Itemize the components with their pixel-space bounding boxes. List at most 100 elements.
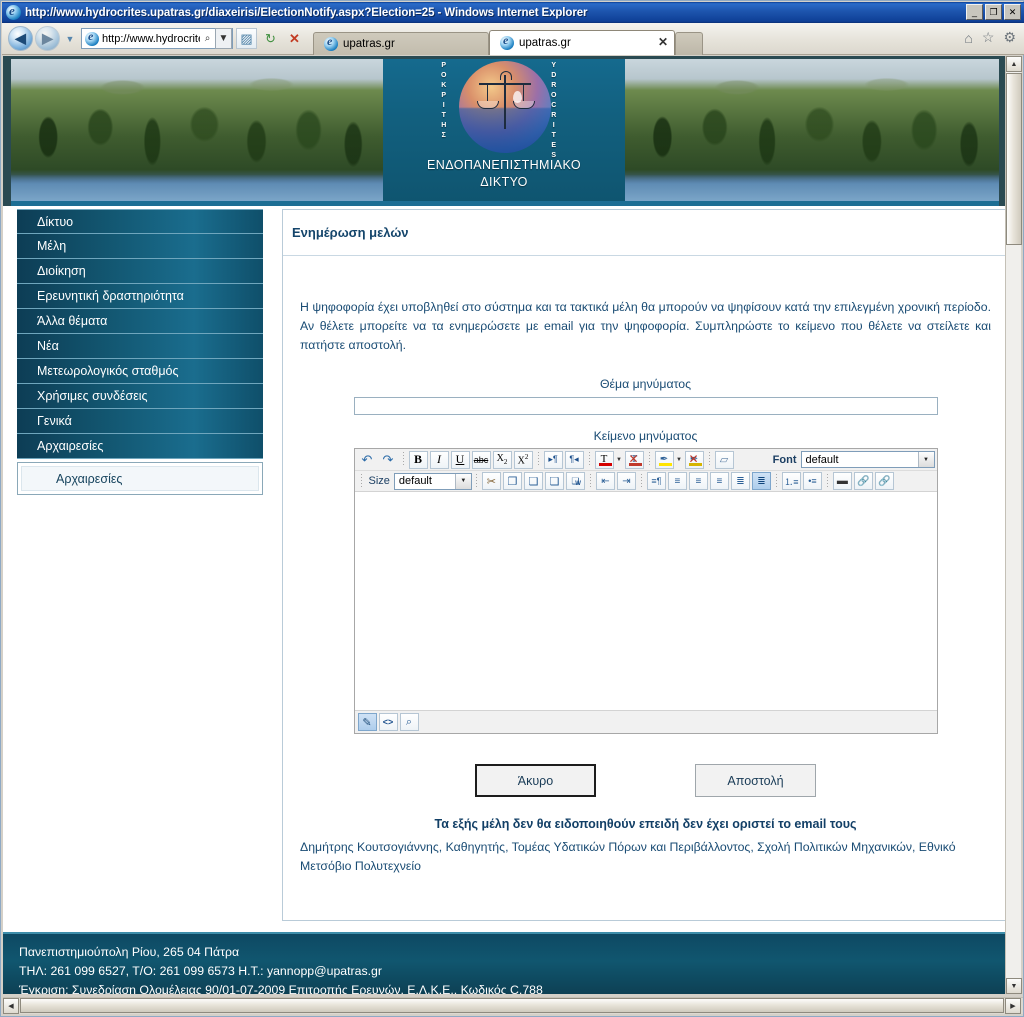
tab-close-icon[interactable]: ✕ bbox=[658, 35, 668, 49]
bold-icon[interactable]: B bbox=[408, 450, 428, 469]
remove-link-icon[interactable]: 🔗 bbox=[874, 472, 894, 490]
page-viewport: ΡΟΚΡΙΤΗΣ ΥDROCRITES ΕΝΔΟΠΑΝΕΠΙΣΤΗΜΙΑΚΟ Δ… bbox=[3, 56, 1007, 994]
submenu-item-arxairesies[interactable]: Αρχαιρεσίες bbox=[21, 466, 259, 491]
horizontal-rule-icon[interactable]: ▬ bbox=[832, 472, 852, 490]
indent-icon[interactable]: ⇥ bbox=[616, 472, 636, 490]
chevron-down-icon[interactable]: ▼ bbox=[454, 473, 471, 489]
outdent-icon[interactable]: ⇤ bbox=[595, 472, 615, 490]
site-logo-panel: ΡΟΚΡΙΤΗΣ ΥDROCRITES ΕΝΔΟΠΑΝΕΠΙΣΤΗΜΙΑΚΟ Δ… bbox=[383, 59, 625, 201]
font-select-value: default bbox=[805, 453, 839, 466]
tools-gear-icon[interactable]: ⚙ bbox=[1003, 29, 1016, 46]
sidebar-item-nea[interactable]: Νέα bbox=[17, 334, 263, 359]
sidebar-item-xrisimes-syndeseis[interactable]: Χρήσιμες συνδέσεις bbox=[17, 384, 263, 409]
logo-vertical-text-right: ΥDROCRITES bbox=[551, 62, 557, 159]
home-icon[interactable]: ⌂ bbox=[964, 30, 972, 46]
design-view-icon[interactable]: ✎ bbox=[357, 713, 377, 731]
font-color-icon[interactable]: T bbox=[594, 450, 614, 469]
scroll-left-button[interactable]: ◀ bbox=[3, 998, 19, 1014]
window-title: http://www.hydrocrites.upatras.gr/diaxei… bbox=[25, 6, 588, 19]
italic-icon[interactable]: I bbox=[429, 450, 449, 469]
internet-explorer-icon bbox=[6, 3, 21, 20]
recent-pages-dropdown-icon[interactable]: ▼ bbox=[63, 34, 77, 44]
address-dropdown-icon[interactable]: ▼ bbox=[215, 28, 232, 49]
scroll-right-button[interactable]: ▶ bbox=[1005, 998, 1021, 1014]
justify-active-icon[interactable]: ≣ bbox=[751, 472, 771, 490]
stop-icon[interactable]: ✕ bbox=[284, 28, 305, 49]
highlight-color-icon[interactable]: ✒ bbox=[654, 450, 674, 469]
align-left-icon[interactable]: ≡ bbox=[667, 472, 687, 490]
vertical-scrollbar[interactable]: ▲ ▼ bbox=[1005, 56, 1022, 994]
font-color-dropdown-icon[interactable]: ▼ bbox=[615, 451, 624, 469]
sidebar-item-dioikisi[interactable]: Διοίκηση bbox=[17, 259, 263, 284]
sidebar-item-meteorologikos-stathmos[interactable]: Μετεωρολογικός σταθμός bbox=[17, 359, 263, 384]
toolbar-separator bbox=[638, 473, 644, 489]
paste-from-word-icon[interactable]: ❏ W bbox=[565, 472, 585, 490]
preview-view-icon[interactable]: ⌕ bbox=[399, 713, 419, 731]
toolbar-right-icons: ⌂ ☆ ⚙ bbox=[964, 29, 1016, 46]
html-view-icon[interactable]: <> bbox=[378, 713, 398, 731]
underline-icon[interactable]: U bbox=[450, 450, 470, 469]
bulleted-list-icon[interactable]: •≡ bbox=[802, 472, 822, 490]
compatibility-view-icon[interactable]: ▨ bbox=[236, 28, 257, 49]
numbered-list-icon[interactable]: ⒈≡ bbox=[781, 472, 801, 490]
justify-full-icon[interactable]: ≣ bbox=[730, 472, 750, 490]
tab-upatras-1[interactable]: upatras.gr bbox=[313, 31, 489, 55]
minimize-button[interactable]: _ bbox=[966, 4, 983, 20]
sidebar-item-label: Δίκτυο bbox=[37, 215, 74, 229]
intro-paragraph: Η ψηφοφορία έχει υποβληθεί στο σύστημα κ… bbox=[300, 300, 991, 352]
align-center-icon[interactable]: ≡ bbox=[688, 472, 708, 490]
remove-font-color-icon[interactable]: T ✕ bbox=[624, 450, 644, 469]
send-button[interactable]: Αποστολή bbox=[695, 764, 816, 797]
browser-toolbar: ◀ ▶ ▼ http://www.hydrocrites. ⌕ ▼ ▨ ↻ ✕ … bbox=[2, 23, 1024, 55]
sidebar-item-label: Μέλη bbox=[37, 239, 67, 253]
maximize-button[interactable]: ❐ bbox=[985, 4, 1002, 20]
paste-text-icon[interactable]: ❏ bbox=[544, 472, 564, 490]
subject-label: Θέμα μηνύματος bbox=[599, 377, 692, 391]
form-actions: Άκυρο Αποστολή bbox=[283, 764, 1007, 797]
font-select[interactable]: default ▼ bbox=[800, 451, 935, 468]
rtl-direction-icon[interactable]: ¶◂ bbox=[564, 450, 584, 469]
close-button[interactable]: ✕ bbox=[1004, 4, 1021, 20]
tab-label: upatras.gr bbox=[519, 36, 571, 49]
forward-button[interactable]: ▶ bbox=[35, 26, 60, 51]
redo-icon[interactable]: ↷ bbox=[379, 451, 398, 469]
horizontal-scrollbar[interactable]: ◀ ▶ bbox=[3, 997, 1023, 1014]
address-input[interactable]: http://www.hydrocrites. bbox=[102, 33, 200, 45]
sidebar-item-ereunitiki-drastiriotita[interactable]: Ερευνητική δραστηριότητα bbox=[17, 284, 263, 309]
undo-icon[interactable]: ↶ bbox=[358, 451, 377, 469]
sidebar-item-meli[interactable]: Μέλη bbox=[17, 234, 263, 259]
copy-icon[interactable]: ❐ bbox=[502, 472, 522, 490]
superscript-icon[interactable]: X2 bbox=[513, 450, 533, 469]
tab-upatras-2[interactable]: upatras.gr ✕ bbox=[489, 29, 675, 55]
subject-input[interactable] bbox=[353, 397, 938, 415]
search-icon[interactable]: ⌕ bbox=[200, 29, 215, 48]
strikethrough-icon[interactable]: abc bbox=[471, 450, 491, 469]
scroll-up-button[interactable]: ▲ bbox=[1006, 56, 1022, 72]
refresh-icon[interactable]: ↻ bbox=[260, 28, 281, 49]
sidebar-item-diktyo[interactable]: Δίκτυο bbox=[17, 209, 263, 234]
new-tab-button[interactable] bbox=[675, 31, 703, 55]
size-select[interactable]: default ▼ bbox=[393, 472, 472, 490]
message-body-editor[interactable] bbox=[354, 491, 937, 711]
cut-icon[interactable]: ✂ bbox=[481, 472, 501, 490]
address-bar[interactable]: http://www.hydrocrites. ⌕ ▼ bbox=[81, 28, 233, 49]
subscript-icon[interactable]: X2 bbox=[492, 450, 512, 469]
vertical-scroll-thumb[interactable] bbox=[1006, 73, 1022, 245]
sidebar-item-genika[interactable]: Γενικά bbox=[17, 409, 263, 434]
cancel-button[interactable]: Άκυρο bbox=[475, 764, 596, 797]
sidebar-item-alla-themata[interactable]: Άλλα θέματα bbox=[17, 309, 263, 334]
remove-highlight-icon[interactable]: ✒ ✕ bbox=[684, 450, 704, 469]
remove-format-icon[interactable]: ▱ bbox=[714, 450, 734, 469]
sidebar-item-arxairesies[interactable]: Αρχαιρεσίες bbox=[17, 434, 263, 459]
paste-icon[interactable]: ❏ bbox=[523, 472, 543, 490]
insert-link-icon[interactable]: 🔗 bbox=[853, 472, 873, 490]
chevron-down-icon[interactable]: ▼ bbox=[917, 452, 934, 467]
ltr-direction-icon[interactable]: ▸¶ bbox=[543, 450, 563, 469]
scroll-down-button[interactable]: ▼ bbox=[1006, 978, 1022, 994]
justify-none-icon[interactable]: ≡¶ bbox=[646, 472, 666, 490]
highlight-color-dropdown-icon[interactable]: ▼ bbox=[675, 451, 684, 469]
back-button[interactable]: ◀ bbox=[8, 26, 33, 51]
favorites-icon[interactable]: ☆ bbox=[982, 29, 995, 46]
horizontal-scroll-thumb[interactable] bbox=[20, 998, 1004, 1013]
align-right-icon[interactable]: ≡ bbox=[709, 472, 729, 490]
